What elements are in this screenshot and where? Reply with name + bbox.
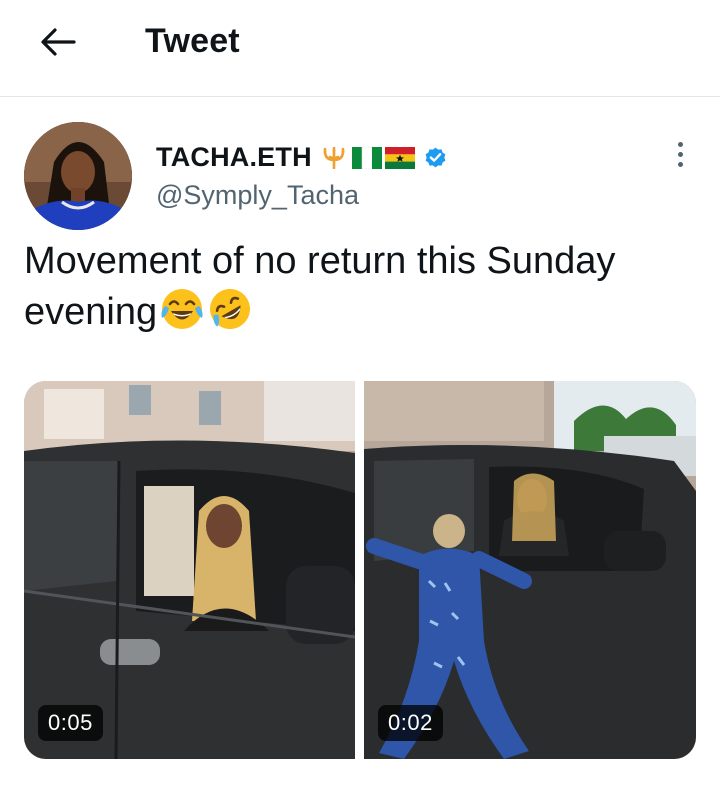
more-dot-icon xyxy=(677,151,683,157)
back-button[interactable] xyxy=(36,24,80,60)
author-display-name: TACHA.ETH xyxy=(156,142,312,172)
video-frame-street-scene xyxy=(364,381,696,759)
top-bar: Tweet xyxy=(0,0,720,97)
author-name[interactable]: TACHA.ETH xyxy=(156,142,448,173)
ghana-flag-icon xyxy=(384,146,415,169)
trident-emoji-icon xyxy=(323,146,345,169)
video-frame-car-window xyxy=(24,381,355,759)
more-options-button[interactable] xyxy=(666,137,694,171)
more-dot-icon xyxy=(677,141,683,147)
video-duration-badge: 0:05 xyxy=(38,705,103,741)
author-handle[interactable]: @Symply_Tacha xyxy=(156,180,359,211)
rolling-on-floor-laughing-icon xyxy=(210,289,251,329)
face-with-tears-of-joy-icon xyxy=(161,289,203,329)
tweet-body: Movement of no return this Sunday evenin… xyxy=(24,240,616,333)
verified-badge-icon xyxy=(425,147,446,168)
arrow-left-icon xyxy=(41,28,76,56)
nigeria-flag-icon xyxy=(351,146,382,169)
avatar[interactable] xyxy=(24,122,132,230)
video-duration-badge: 0:02 xyxy=(378,705,443,741)
video-thumbnail-1[interactable]: 0:05 xyxy=(24,381,355,759)
video-thumbnail-2[interactable]: 0:02 xyxy=(364,381,696,759)
more-dot-icon xyxy=(677,161,683,167)
avatar-image xyxy=(24,122,132,230)
page-title: Tweet xyxy=(145,22,240,60)
tweet-text: Movement of no return this Sunday evenin… xyxy=(24,237,684,337)
